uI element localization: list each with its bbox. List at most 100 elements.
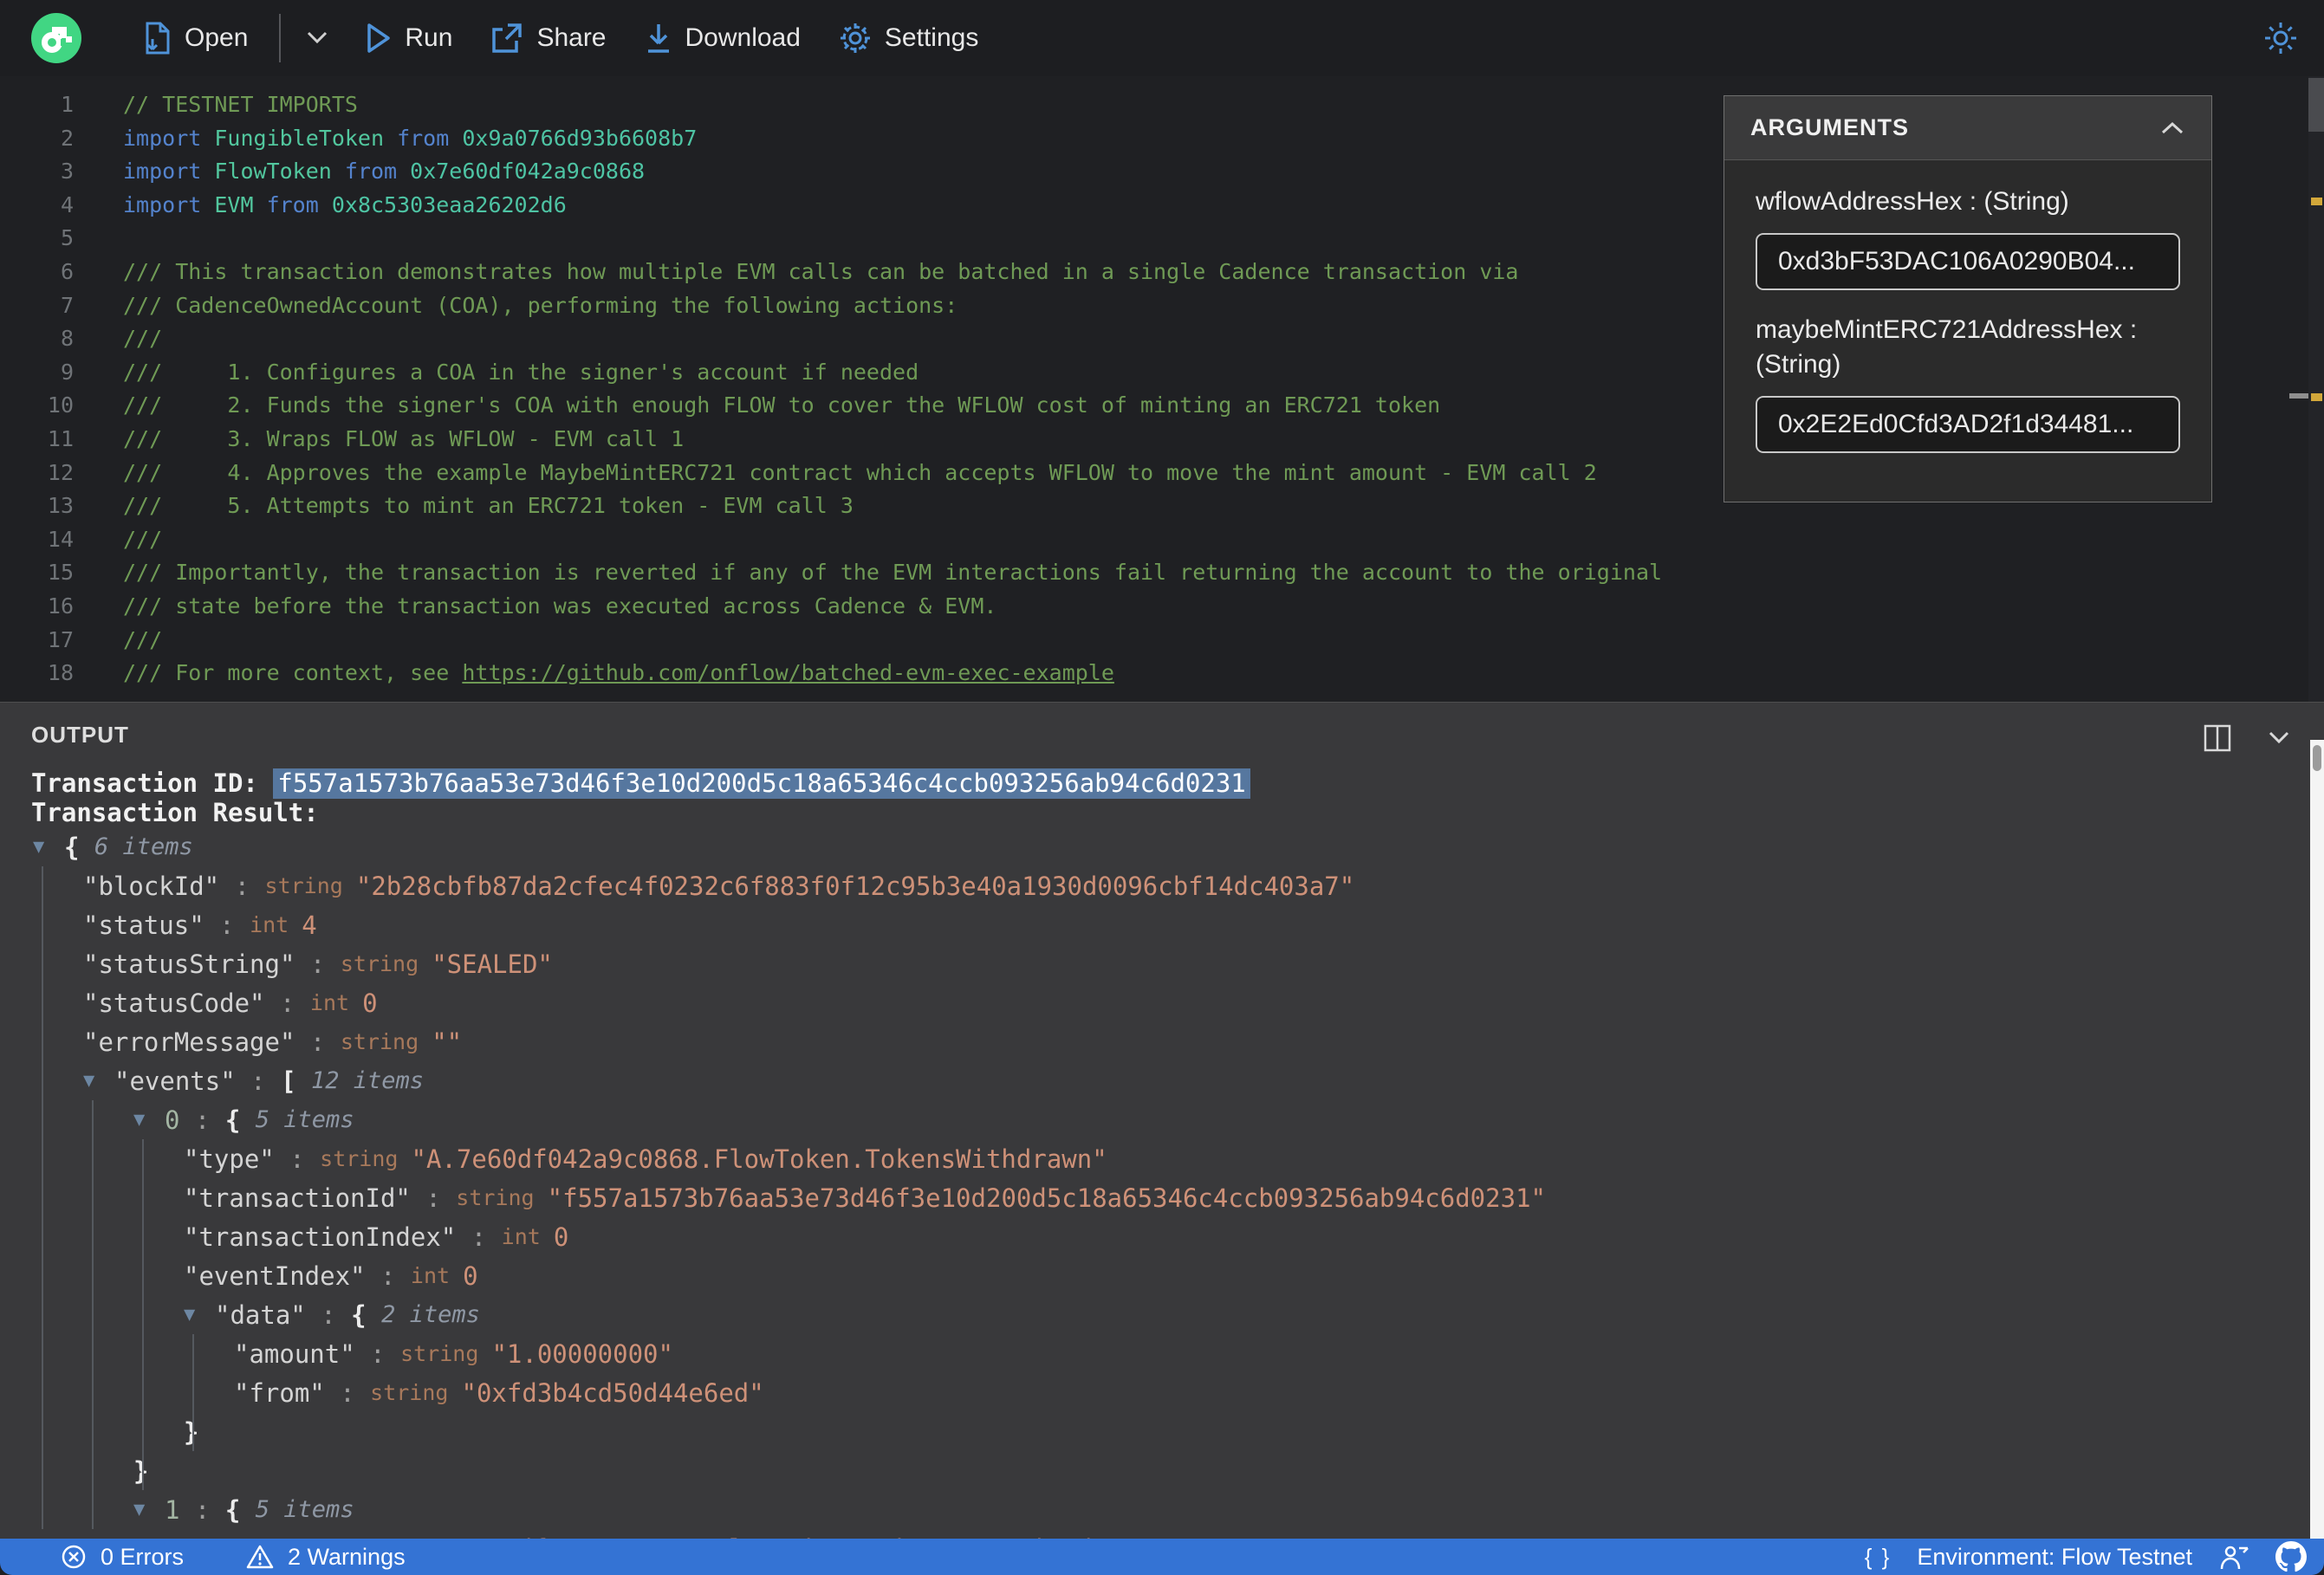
- line-number: 4: [60, 191, 74, 217]
- warning-marker-1: [2311, 198, 2322, 205]
- arguments-title: ARGUMENTS: [1750, 114, 1909, 140]
- transaction-id-label: Transaction ID:: [31, 768, 274, 798]
- arguments-header[interactable]: ARGUMENTS: [1724, 96, 2211, 160]
- output-panel: OUTPUT Transaction ID: f557a1573b76aa53e…: [0, 702, 2324, 1539]
- code-text: // TESTNET IMPORTS: [123, 92, 358, 117]
- braces-icon: { }: [1864, 1543, 1892, 1570]
- flow-logo-glyph: [42, 27, 72, 53]
- download-label: Download: [685, 23, 801, 52]
- code-editor[interactable]: 1 // TESTNET IMPORTS 2 import FungibleToken…: [0, 76, 2324, 702]
- warnings-label: 2 Warnings: [288, 1543, 406, 1570]
- code-text: import FlowToken from 0x7e60df042a9c0868: [123, 159, 646, 185]
- toolbar-divider: [279, 14, 282, 62]
- share-icon: [492, 23, 523, 53]
- code-text: ///: [123, 326, 163, 352]
- code-line: 17 ///: [0, 624, 2307, 658]
- code-line: 18 /// For more context, see https://gith…: [0, 657, 2307, 690]
- open-dropdown-button[interactable]: [303, 29, 331, 47]
- share-button[interactable]: Share: [490, 23, 607, 54]
- code-text: import EVM from 0x8c5303eaa26202d6: [123, 191, 567, 217]
- collapse-output-icon[interactable]: [2265, 729, 2293, 747]
- chevron-down-icon: [308, 31, 328, 44]
- chevron-up-icon[interactable]: [2159, 120, 2185, 136]
- line-number: 2: [60, 125, 74, 151]
- argument-input-1[interactable]: [1756, 396, 2180, 453]
- expand-triangle-icon[interactable]: ▼: [184, 1304, 215, 1325]
- line-number: 17: [47, 626, 74, 652]
- expand-triangle-icon[interactable]: ▼: [133, 1109, 165, 1131]
- editor-scrollbar-thumb[interactable]: [2308, 78, 2324, 132]
- json-row: }: [133, 1455, 149, 1486]
- line-number: 6: [60, 258, 74, 284]
- output-scrollbar[interactable]: [2310, 740, 2324, 1539]
- expand-triangle-icon[interactable]: ▼: [33, 836, 64, 858]
- output-scrollbar-thumb[interactable]: [2313, 745, 2321, 771]
- json-row: "blockId" : string "2b28cbfb87da2cfec4f0…: [83, 871, 1355, 901]
- share-label: Share: [536, 23, 607, 52]
- json-row: "statusCode" : int 0: [83, 988, 378, 1018]
- json-row: "transactionId" : string "f557a1573b76aa…: [184, 1183, 1546, 1213]
- split-panel-icon[interactable]: [2203, 723, 2232, 753]
- transaction-id-value[interactable]: f557a1573b76aa53e73d46f3e10d200d5c18a653…: [273, 768, 1250, 799]
- flow-runner-app: Open Run Share Download Settings 1 // TE…: [0, 0, 2324, 1575]
- json-row: "eventIndex" : int 0: [184, 1261, 478, 1291]
- open-file-icon: [146, 22, 170, 55]
- arguments-panel: ARGUMENTS wflowAddressHex : (String) mayb…: [1724, 95, 2212, 502]
- code-text: /// 1. Configures a COA in the signer's …: [123, 359, 919, 385]
- json-row: }: [184, 1416, 199, 1447]
- expand-triangle-icon[interactable]: ▼: [83, 1070, 114, 1092]
- run-icon: [367, 23, 391, 53]
- code-text: /// For more context, see https://github…: [123, 660, 1114, 686]
- argument-input-0[interactable]: [1756, 233, 2180, 290]
- flow-logo[interactable]: [31, 13, 81, 63]
- json-row: "amount" : string "1.00000000": [234, 1338, 673, 1369]
- indent-guide: [192, 1334, 194, 1451]
- line-number: 5: [60, 225, 74, 251]
- line-number: 3: [60, 159, 74, 185]
- gear-icon: [840, 23, 870, 53]
- transaction-result-label: Transaction Result:: [31, 798, 319, 827]
- accessibility-person-icon[interactable]: [2218, 1543, 2249, 1571]
- argument-label: wflowAddressHex : (String): [1756, 187, 2069, 216]
- code-text: /// 3. Wraps FLOW as WFLOW - EVM call 1: [123, 425, 685, 451]
- open-button[interactable]: Open: [142, 22, 248, 55]
- warnings-status[interactable]: 2 Warnings: [246, 1544, 406, 1571]
- editor-scrollbar[interactable]: [2308, 76, 2324, 702]
- argument-label: maybeMintERC721AddressHex : (String): [1756, 315, 2138, 379]
- line-number: 1: [60, 92, 74, 117]
- json-row: "transactionIndex" : int 0: [184, 1222, 569, 1252]
- github-icon[interactable]: [2275, 1541, 2307, 1572]
- run-button[interactable]: Run: [366, 23, 452, 54]
- line-number: 8: [60, 326, 74, 352]
- line-number: 10: [47, 392, 74, 418]
- line-number: 15: [47, 560, 74, 586]
- code-text: /// Importantly, the transaction is reve…: [123, 560, 1663, 586]
- json-row: ▼ "data" : { 2 items: [184, 1300, 480, 1330]
- arguments-body: wflowAddressHex : (String) maybeMintERC72…: [1724, 160, 2211, 502]
- json-tree: ▼{ 6 items "blockId" : string "2b28cbfb87…: [31, 827, 2308, 1540]
- code-line: 15 /// Importantly, the transaction is re…: [0, 556, 2307, 590]
- code-link[interactable]: https://github.com/onflow/batched-evm-ex…: [462, 660, 1114, 685]
- output-title: OUTPUT: [31, 722, 129, 748]
- code-text: /// This transaction demonstrates how mu…: [123, 258, 1519, 284]
- json-row: "type" : string "A.7e60df042a9c0868.Flow…: [184, 1144, 1107, 1174]
- code-text: /// CadenceOwnedAccount (COA), performin…: [123, 292, 958, 318]
- code-text: /// 2. Funds the signer's COA with enoug…: [123, 392, 1441, 418]
- download-button[interactable]: Download: [645, 23, 801, 54]
- errors-status[interactable]: 0 Errors: [61, 1544, 184, 1571]
- line-number: 13: [47, 493, 74, 519]
- expand-triangle-icon[interactable]: ▼: [133, 1499, 165, 1520]
- line-number: 16: [47, 593, 74, 619]
- json-row: ▼ "events" : [ 12 items: [83, 1066, 425, 1096]
- errors-label: 0 Errors: [101, 1543, 185, 1570]
- settings-button[interactable]: Settings: [839, 22, 978, 55]
- settings-label: Settings: [884, 23, 979, 52]
- line-number: 14: [47, 526, 74, 552]
- json-row: "status" : int 4: [83, 910, 317, 940]
- environment-label[interactable]: Environment: Flow Testnet: [1917, 1544, 2192, 1571]
- indent-guide: [92, 1100, 94, 1529]
- code-text: import FungibleToken from 0x9a0766d93b66…: [123, 125, 698, 151]
- theme-toggle-button[interactable]: [2263, 21, 2298, 55]
- status-bar: 0 Errors 2 Warnings { } Environment: Flo…: [0, 1539, 2324, 1575]
- code-line: 16 /// state before the transaction was e…: [0, 590, 2307, 624]
